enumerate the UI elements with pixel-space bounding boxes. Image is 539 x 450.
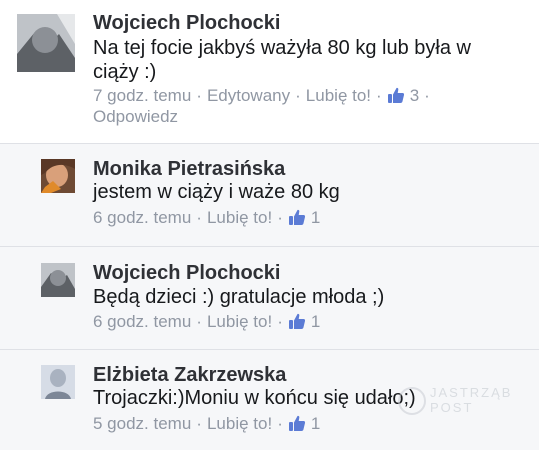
like-link[interactable]: Lubię to! — [207, 414, 272, 433]
watermark-circle-icon — [398, 387, 426, 415]
separator-dot: · — [196, 414, 202, 433]
like-link[interactable]: Lubię to! — [306, 86, 371, 105]
comment-meta: 7 godz. temu · Edytowany · Lubię to! · 3 · — [93, 85, 435, 107]
avatar[interactable] — [17, 14, 75, 72]
separator-dot: · — [196, 208, 202, 227]
comment-divider — [0, 143, 539, 144]
timestamp-link[interactable]: 6 godz. temu — [93, 312, 191, 331]
comment-meta: 6 godz. temu · Lubię to! · 1 — [93, 207, 320, 229]
separator-dot: · — [295, 86, 301, 105]
watermark-logo: JASTRZĄB POST — [398, 384, 528, 418]
comment-text-line-1: Na tej focie jakbyś ważyła 80 kg lub był… — [93, 37, 471, 59]
avatar-image — [41, 263, 75, 297]
comment-main: Wojciech Plochocki Na tej focie jakbyś w… — [0, 0, 539, 143]
like-count[interactable]: 3 — [387, 86, 419, 105]
timestamp-link[interactable]: 7 godz. temu — [93, 86, 191, 105]
like-link[interactable]: Lubię to! — [207, 312, 272, 331]
avatar[interactable] — [41, 365, 75, 399]
comment-text-line-2: ciąży :) — [93, 61, 157, 83]
avatar-image — [17, 14, 75, 72]
like-count-number: 1 — [310, 208, 321, 227]
edited-link[interactable]: Edytowany — [207, 86, 290, 105]
comment-text: jestem w ciąży i waże 80 kg — [93, 181, 340, 203]
comment-author[interactable]: Wojciech Plochocki — [93, 11, 280, 35]
avatar[interactable] — [41, 263, 75, 297]
thumbs-up-icon — [288, 209, 305, 225]
timestamp-link[interactable]: 5 godz. temu — [93, 414, 191, 433]
like-count[interactable]: 1 — [288, 312, 320, 331]
reply-link[interactable]: Odpowiedz — [93, 106, 178, 128]
like-count-number: 1 — [310, 312, 321, 331]
thumbs-up-icon — [387, 87, 404, 103]
separator-dot: · — [196, 86, 202, 105]
comment-author[interactable]: Elżbieta Zakrzewska — [93, 363, 286, 387]
comment-text: Trojaczki:)Moniu w końcu się udało;) — [93, 387, 416, 409]
comment-divider — [0, 246, 539, 247]
separator-dot: · — [424, 86, 430, 105]
comment-author[interactable]: Wojciech Plochocki — [93, 261, 280, 285]
comment-meta: 6 godz. temu · Lubię to! · 1 — [93, 311, 320, 333]
like-count[interactable]: 1 — [288, 414, 320, 433]
like-link[interactable]: Lubię to! — [207, 208, 272, 227]
like-count-number: 3 — [409, 86, 420, 105]
watermark-line-1: JASTRZĄB — [430, 385, 513, 400]
separator-dot: · — [196, 312, 202, 331]
comment-divider — [0, 349, 539, 350]
avatar[interactable] — [41, 159, 75, 193]
watermark-line-2: POST — [430, 400, 474, 415]
like-count-number: 1 — [310, 414, 321, 433]
timestamp-link[interactable]: 6 godz. temu — [93, 208, 191, 227]
comment-text: Będą dzieci :) gratulacje młoda ;) — [93, 286, 385, 308]
like-count[interactable]: 1 — [288, 208, 320, 227]
separator-dot: · — [277, 414, 283, 433]
comment-meta: 5 godz. temu · Lubię to! · 1 — [93, 413, 320, 435]
separator-dot: · — [277, 312, 283, 331]
separator-dot: · — [277, 208, 283, 227]
avatar-image — [41, 365, 75, 399]
avatar-image — [41, 159, 75, 193]
thumbs-up-icon — [288, 313, 305, 329]
separator-dot: · — [376, 86, 382, 105]
comment-author[interactable]: Monika Pietrasińska — [93, 157, 285, 181]
thumbs-up-icon — [288, 415, 305, 431]
